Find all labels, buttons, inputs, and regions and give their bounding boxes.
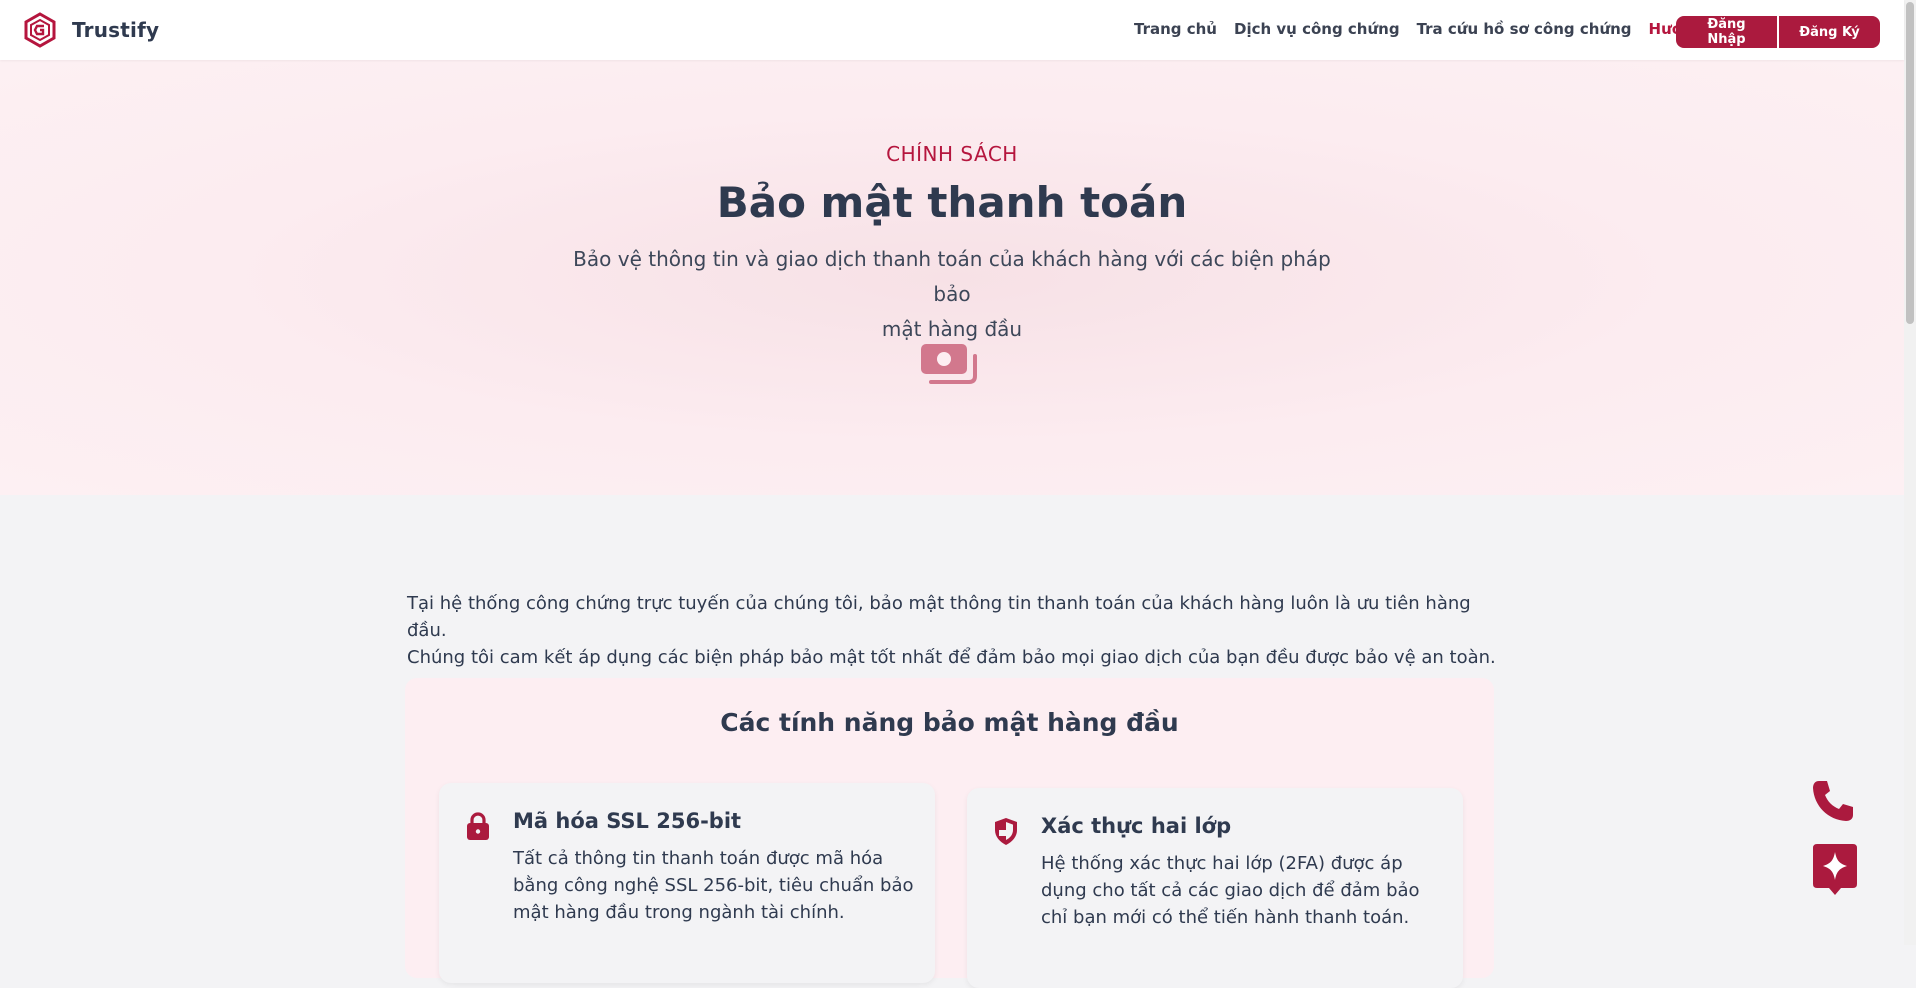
hero-subtitle-line: Bảo vệ thông tin và giao dịch thanh toán… bbox=[573, 247, 1331, 306]
feature-description-line: dụng cho tất cả các giao dịch để đảm bảo bbox=[1041, 880, 1420, 901]
scrollbar-thumb[interactable] bbox=[1906, 2, 1914, 324]
feature-card-ssl: Mã hóa SSL 256-bit Tất cả thông tin than… bbox=[439, 783, 935, 983]
feature-description: Hệ thống xác thực hai lớp (2FA) được áp … bbox=[1041, 850, 1445, 931]
page-title: Bảo mật thanh toán bbox=[716, 178, 1188, 227]
feature-description-line: bằng công nghệ SSL 256-bit, tiêu chuẩn b… bbox=[513, 875, 914, 896]
feature-description: Tất cả thông tin thanh toán được mã hóa … bbox=[513, 845, 917, 926]
top-navbar: Trustify Trang chủ Dịch vụ công chứng Tr… bbox=[0, 0, 1904, 60]
login-button[interactable]: Đăng Nhập bbox=[1676, 16, 1777, 48]
nav-item-lookup-records[interactable]: Tra cứu hồ sơ công chứng bbox=[1417, 20, 1632, 38]
main-nav: Trang chủ Dịch vụ công chứng Tra cứu hồ … bbox=[1134, 20, 1740, 38]
feature-description-line: chỉ bạn mới có thể tiến hành thanh toán. bbox=[1041, 907, 1410, 928]
intro-paragraph: Tại hệ thống công chứng trực tuyến của c… bbox=[407, 590, 1497, 671]
feature-title: Xác thực hai lớp bbox=[1041, 814, 1232, 838]
page-scrollbar[interactable] bbox=[1904, 0, 1916, 945]
hero-subtitle: Bảo vệ thông tin và giao dịch thanh toán… bbox=[552, 242, 1352, 347]
shield-icon bbox=[995, 818, 1017, 845]
feature-description-line: mật hàng đầu trong ngành tài chính. bbox=[513, 902, 845, 923]
trustify-logo-icon bbox=[24, 12, 56, 48]
hero-section: CHÍNH SÁCH Bảo mật thanh toán Bảo vệ thô… bbox=[0, 60, 1904, 495]
phone-icon[interactable] bbox=[1810, 778, 1856, 824]
brand[interactable]: Trustify bbox=[22, 12, 159, 48]
intro-line: Tại hệ thống công chứng trực tuyến của c… bbox=[407, 593, 1471, 641]
intro-line: Chúng tôi cam kết áp dụng các biện pháp … bbox=[407, 647, 1496, 668]
hero-eyebrow: CHÍNH SÁCH bbox=[886, 142, 1018, 166]
feature-title: Mã hóa SSL 256-bit bbox=[513, 809, 742, 833]
features-title: Các tính năng bảo mật hàng đầu bbox=[720, 708, 1179, 737]
sparkle-chat-icon[interactable] bbox=[1813, 844, 1857, 896]
feature-card-2fa: Xác thực hai lớp Hệ thống xác thực hai l… bbox=[967, 788, 1463, 988]
brand-name: Trustify bbox=[72, 18, 160, 42]
nav-item-home[interactable]: Trang chủ bbox=[1134, 20, 1217, 38]
feature-description-line: Hệ thống xác thực hai lớp (2FA) được áp bbox=[1041, 853, 1403, 874]
register-button[interactable]: Đăng Ký bbox=[1779, 16, 1880, 48]
feature-description-line: Tất cả thông tin thanh toán được mã hóa bbox=[513, 848, 884, 869]
nav-item-notary-services[interactable]: Dịch vụ công chứng bbox=[1234, 20, 1400, 38]
lock-icon bbox=[467, 812, 489, 840]
money-bill-icon bbox=[921, 344, 977, 384]
auth-buttons: Đăng Nhập Đăng Ký bbox=[1676, 16, 1880, 48]
